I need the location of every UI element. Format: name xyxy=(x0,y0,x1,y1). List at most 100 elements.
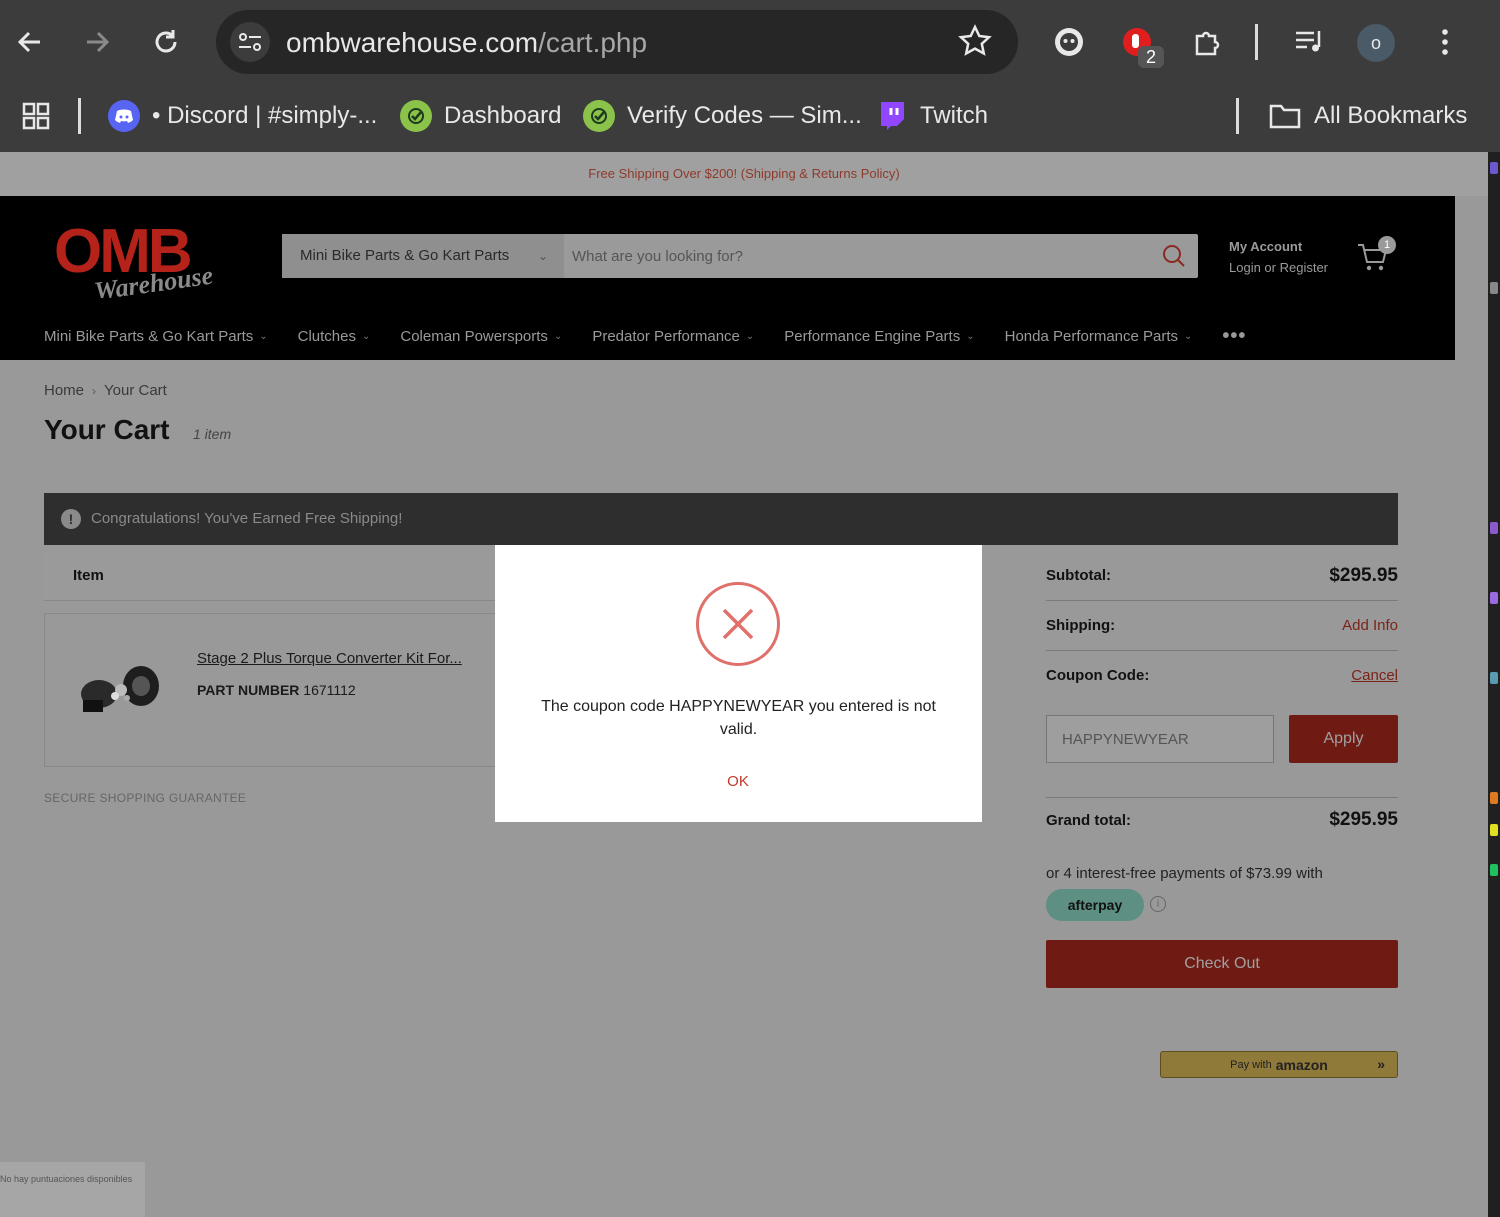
amazon-logo: amazon xyxy=(1275,1056,1328,1073)
site-logo[interactable]: OMB Warehouse xyxy=(52,214,248,306)
product-part-number: PART NUMBER 1671112 xyxy=(197,682,356,698)
strip-mark xyxy=(1490,522,1498,534)
back-arrow-icon xyxy=(17,31,40,53)
nav-item-honda-performance-parts[interactable]: Honda Performance Parts ⌄ xyxy=(1005,328,1193,345)
bookmark-dashboard[interactable]: Dashboard xyxy=(400,96,561,136)
order-summary: Subtotal: $295.95 Shipping: Add Info Cou… xyxy=(1046,551,1398,1078)
back-button[interactable] xyxy=(8,20,52,64)
page-title: Your Cart xyxy=(44,414,170,445)
nav-label: Clutches xyxy=(297,327,356,345)
address-bar[interactable]: ombwarehouse.com/cart.php xyxy=(216,10,1018,74)
search-input[interactable] xyxy=(572,234,1142,278)
check-logo-icon xyxy=(583,100,615,132)
chevron-down-icon: ⌄ xyxy=(1184,330,1193,342)
nav-label: Honda Performance Parts xyxy=(1004,327,1179,345)
all-bookmarks-label: All Bookmarks xyxy=(1314,102,1468,129)
ok-button[interactable]: OK xyxy=(713,769,763,793)
nav-item-predator-performance[interactable]: Predator Performance ⌄ xyxy=(592,328,754,345)
checkout-button[interactable]: Check Out xyxy=(1046,940,1398,988)
apply-coupon-button[interactable]: Apply xyxy=(1289,715,1398,763)
search-icon[interactable] xyxy=(1160,242,1188,270)
afterpay-logo: afterpay xyxy=(1046,889,1144,921)
grand-total-value: $295.95 xyxy=(1329,809,1398,830)
chevron-down-icon: ⌄ xyxy=(361,330,371,342)
recaptcha-badge: No hay puntuaciones disponibles xyxy=(0,1162,145,1217)
folder-icon xyxy=(1269,104,1301,129)
cart-count-badge: 1 xyxy=(1378,236,1396,254)
all-bookmarks-button[interactable]: All Bookmarks xyxy=(1268,96,1467,136)
part-number-label: PART NUMBER xyxy=(197,682,300,698)
bookmark-twitch[interactable]: Twitch xyxy=(876,96,988,136)
nav-item-mini-bike-parts[interactable]: Mini Bike Parts & Go Kart Parts ⌄ xyxy=(44,328,268,345)
extensions-puzzle-icon[interactable] xyxy=(1185,20,1229,64)
chevron-down-icon: ⌄ xyxy=(537,249,548,263)
site-info-icon[interactable] xyxy=(230,22,270,62)
browser-chrome: ombwarehouse.com/cart.php 2 o • Discord … xyxy=(0,0,1500,152)
bookmark-label: Verify Codes — Sim... xyxy=(627,102,862,129)
error-message: The coupon code HAPPYNEWYEAR you entered… xyxy=(541,698,936,738)
bookmark-verify-codes[interactable]: Verify Codes — Sim... xyxy=(583,96,862,136)
apps-grid-icon[interactable] xyxy=(20,96,52,136)
reload-icon xyxy=(155,30,177,53)
nav-label: Performance Engine Parts xyxy=(784,327,961,345)
bookmark-label: • Discord | #simply-... xyxy=(152,102,378,129)
url-text: ombwarehouse.com/cart.php xyxy=(286,27,648,58)
nav-item-performance-engine-parts[interactable]: Performance Engine Parts ⌄ xyxy=(784,328,974,345)
afterpay-message: or 4 interest-free payments of $73.99 wi… xyxy=(1046,865,1323,882)
info-icon: ! xyxy=(61,509,81,529)
strip-mark xyxy=(1490,162,1498,174)
account-subtitle: Login or Register xyxy=(1229,260,1328,275)
my-account-link[interactable]: My Account Login or Register xyxy=(1229,236,1328,278)
bookmark-label: Twitch xyxy=(920,102,989,129)
secure-shopping-guarantee: SECURE SHOPPING GUARANTEE xyxy=(44,791,247,805)
bookmark-star-icon[interactable] xyxy=(958,24,992,63)
subtotal-value: $295.95 xyxy=(1329,565,1398,586)
product-name-link[interactable]: Stage 2 Plus Torque Converter Kit For... xyxy=(197,650,462,667)
subtotal-row: Subtotal: $295.95 xyxy=(1046,551,1398,601)
profile-avatar[interactable]: o xyxy=(1357,24,1395,62)
chevron-right-icon: › xyxy=(92,383,97,398)
browser-menu-icon[interactable] xyxy=(1423,20,1467,64)
error-dialog: The coupon code HAPPYNEWYEAR you entered… xyxy=(495,545,982,822)
amazon-pay-button[interactable]: Pay with amazon » xyxy=(1160,1051,1398,1078)
side-panel-strip xyxy=(1488,152,1500,1217)
bookmarks-divider xyxy=(1236,98,1239,134)
subtotal-label: Subtotal: xyxy=(1046,567,1111,584)
reload-button[interactable] xyxy=(144,20,188,64)
chevron-down-icon: ⌄ xyxy=(966,330,975,342)
bookmark-discord[interactable]: • Discord | #simply-... xyxy=(108,96,377,136)
product-thumbnail[interactable] xyxy=(75,660,167,718)
shipping-row: Shipping: Add Info xyxy=(1046,601,1398,651)
discord-icon xyxy=(108,100,140,132)
media-queue-icon[interactable] xyxy=(1287,20,1331,64)
web-page: Free Shipping Over $200! (Shipping & Ret… xyxy=(0,152,1488,1217)
twitch-icon xyxy=(876,100,908,132)
info-icon[interactable]: i xyxy=(1150,896,1166,912)
extension-face-icon[interactable] xyxy=(1047,20,1091,64)
strip-mark xyxy=(1490,592,1498,604)
nav-item-coleman-powersports[interactable]: Coleman Powersports ⌄ xyxy=(400,328,562,345)
forward-button[interactable] xyxy=(75,20,119,64)
coupon-code-input[interactable] xyxy=(1046,715,1274,763)
breadcrumb-home-link[interactable]: Home xyxy=(44,382,84,399)
promo-banner[interactable]: Free Shipping Over $200! (Shipping & Ret… xyxy=(0,152,1488,196)
cart-item-count: 1 item xyxy=(193,426,232,442)
coupon-label: Coupon Code: xyxy=(1046,667,1150,684)
extension-badge: 2 xyxy=(1138,46,1164,68)
search-category-select[interactable]: Mini Bike Parts & Go Kart Parts ⌄ xyxy=(282,234,564,278)
column-header-item: Item xyxy=(73,567,104,584)
grand-total-row: Grand total: $295.95 xyxy=(1046,797,1398,841)
nav-item-clutches[interactable]: Clutches ⌄ xyxy=(298,328,371,345)
shipping-label: Shipping: xyxy=(1046,617,1116,634)
double-chevron-right-icon: » xyxy=(1377,1056,1385,1072)
strip-mark xyxy=(1490,282,1498,294)
browser-toolbar: ombwarehouse.com/cart.php 2 o xyxy=(0,0,1500,84)
recaptcha-text: No hay puntuaciones disponibles xyxy=(0,1174,133,1184)
add-shipping-info-link[interactable]: Add Info xyxy=(1342,617,1398,634)
nav-label: Mini Bike Parts & Go Kart Parts xyxy=(44,327,254,345)
coupon-cancel-link[interactable]: Cancel xyxy=(1351,667,1398,684)
main-navigation: Mini Bike Parts & Go Kart Parts ⌄ Clutche… xyxy=(44,324,1246,348)
search-bar: Mini Bike Parts & Go Kart Parts ⌄ xyxy=(282,234,1198,278)
breadcrumb: Home › Your Cart xyxy=(44,382,167,399)
nav-more-button[interactable]: ••• xyxy=(1222,325,1246,348)
